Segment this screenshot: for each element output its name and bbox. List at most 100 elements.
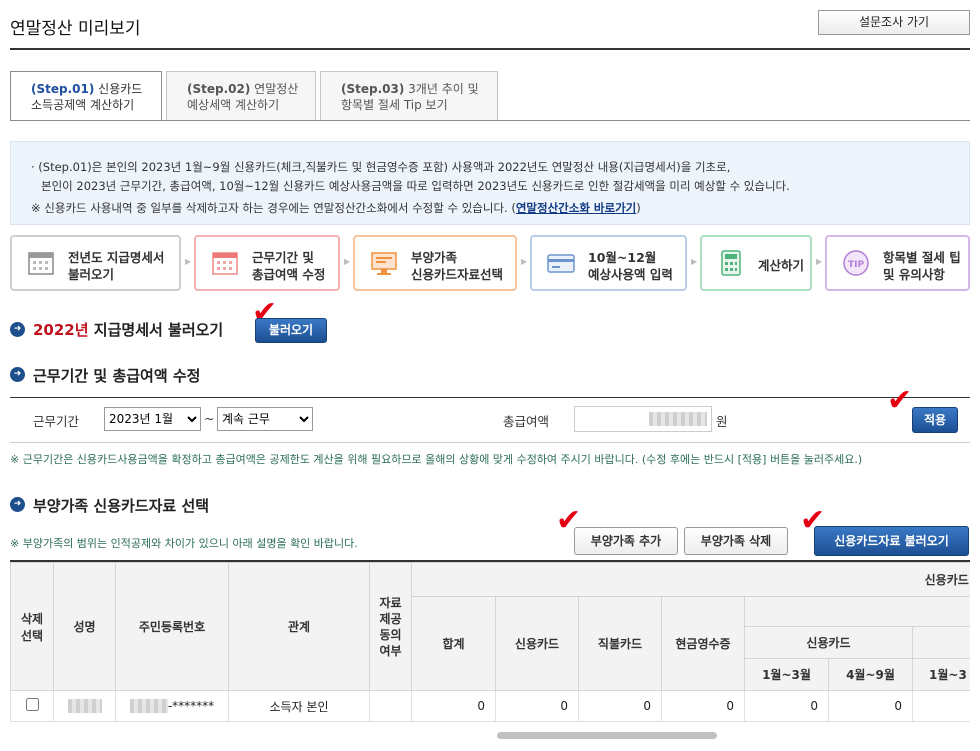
tab-step-label: (Step.01) — [31, 82, 95, 96]
section-bullet-icon: ➜ — [10, 497, 25, 512]
svg-text:TIP: TIP — [848, 260, 864, 270]
step-arrow-icon: ▶ — [185, 257, 192, 266]
info-line-3: ※ 신용카드 사용내역 중 일부를 삭제하고자 하는 경우에는 연말정산간소화에… — [31, 200, 641, 216]
section-dependents-title: 부양가족 신용카드자료 선택 — [33, 497, 210, 515]
consent-header: 자료 제공 동의 여부 — [369, 562, 412, 691]
add-dependent-button[interactable]: 부양가족 추가 — [574, 527, 678, 555]
masked-rrn — [129, 699, 168, 714]
tab-step-02[interactable]: (Step.02) 연말정산 예상세액 계산하기 — [166, 71, 316, 120]
step-arrow-icon: ▶ — [816, 257, 823, 266]
section-work-period-title: 근무기간 및 총급여액 수정 — [33, 367, 201, 385]
jan-mar-header: 1월~3월 — [744, 658, 829, 691]
masked-salary-value — [649, 412, 707, 426]
header-text: 여부 — [379, 643, 402, 658]
salary-label: 총급여액 — [503, 414, 550, 429]
debit-cell: 0 — [578, 690, 662, 722]
end-month-select[interactable]: 계속 근무 — [217, 407, 313, 431]
dependents-table: 삭제선택 성명 주민등록번호 관계 자료제공동의여부 신용카드 등 합계 신용카… — [10, 562, 970, 722]
step-calculate: 계산하기 — [700, 235, 812, 291]
tab-step-03[interactable]: (Step.03) 3개년 추이 및 항목별 절세 Tip 보기 — [320, 71, 498, 120]
sub-group-header: 5 — [743, 596, 970, 627]
jan-mar-2-header: 1월~3 — [912, 658, 970, 691]
jan-mar-cell: 0 — [744, 690, 829, 722]
apr-sep-header: 4월~9월 — [828, 658, 913, 691]
section-year: 2022년 — [33, 321, 89, 339]
info-box: · (Step.01)은 본인의 2023년 1월~9월 신용카드(체크,직불카… — [10, 141, 970, 225]
credit-cell: 0 — [495, 690, 579, 722]
won-unit: 원 — [716, 414, 728, 429]
delete-dependent-button[interactable]: 부양가족 삭제 — [684, 527, 788, 555]
section-bullet-icon: ➜ — [10, 322, 25, 337]
survey-button[interactable]: 설문조사 가기 — [818, 10, 970, 35]
total-header: 합계 — [411, 596, 496, 691]
info-line-3-text: ※ 신용카드 사용내역 중 일부를 삭제하고자 하는 경우에는 연말정산간소화에… — [31, 201, 516, 215]
tab-divider — [10, 120, 970, 121]
step-line2: 및 유의사항 — [883, 267, 945, 282]
consent-cell — [369, 690, 412, 722]
dependents-table-container: 삭제선택 성명 주민등록번호 관계 자료제공동의여부 신용카드 등 합계 신용카… — [10, 560, 970, 725]
header-text: 제공 — [379, 611, 402, 626]
debit-card-header: 직불카드 — [578, 596, 662, 691]
header-text: 삭제 — [20, 611, 44, 626]
step-line1: 항목별 절세 팁 — [883, 250, 961, 265]
row-select-cell — [10, 690, 54, 722]
apr-sep-cell: 0 — [828, 690, 913, 722]
name-cell — [53, 690, 116, 722]
step-label: 10월~12월예상사용액 입력 — [588, 249, 673, 283]
section-bullet-icon: ➜ — [10, 367, 25, 382]
step-arrow-icon: ▶ — [691, 257, 698, 266]
dependents-note: ※ 부양가족의 범위는 인적공제와 차이가 있으니 아래 설명을 확인 바랍니다… — [10, 537, 358, 550]
delete-select-header: 삭제선택 — [10, 562, 54, 691]
tab-line2: 항목별 절세 Tip 보기 — [341, 98, 448, 112]
page-title: 연말정산 미리보기 — [10, 19, 141, 39]
step-expected-usage: 10월~12월예상사용액 입력 — [530, 235, 687, 291]
title-divider — [10, 48, 970, 50]
calendar-grid-icon — [212, 252, 238, 275]
step-load-statement: 전년도 지급명세서불러오기 — [10, 235, 181, 291]
step-line2: 총급여액 수정 — [252, 267, 326, 282]
step-line2: 불러오기 — [68, 267, 115, 282]
period-label: 근무기간 — [33, 414, 80, 429]
row-select-checkbox[interactable] — [25, 698, 39, 711]
header-text: 자료 — [379, 595, 402, 610]
section-load-statement-title: 2022년 지급명세서 불러오기 — [33, 319, 223, 340]
tab-step-01[interactable]: (Step.01) 신용카드 소득공제액 계산하기 — [10, 71, 162, 121]
info-line-2: 본인이 2023년 근무기간, 총급여액, 10월~12월 신용카드 예상사용금… — [41, 179, 790, 193]
salary-input[interactable] — [574, 406, 712, 432]
header-text: 동의 — [379, 627, 402, 642]
step-line1: 부양가족 — [411, 250, 458, 265]
card-icon — [547, 254, 575, 273]
step-line2: 신용카드자료선택 — [411, 267, 504, 282]
start-month-select[interactable]: 2023년 1월 — [104, 407, 201, 431]
tab-line2: 예상세액 계산하기 — [187, 98, 280, 112]
name-header: 성명 — [53, 562, 116, 691]
rrn-cell: -******* — [115, 690, 229, 722]
step-label: 근무기간 및 총급여액 수정 — [252, 249, 325, 283]
tab-step-label: (Step.03) — [341, 82, 405, 96]
step-line1: 10월~12월 — [588, 250, 657, 265]
step-arrow-icon: ▶ — [521, 257, 528, 266]
tilde-separator: ~ — [204, 411, 215, 426]
info-line-1: · (Step.01)은 본인의 2023년 1월~9월 신용카드(체크,직불카… — [31, 160, 731, 174]
step-line1: 전년도 지급명세서 — [68, 250, 165, 265]
header-text: 선택 — [20, 628, 44, 643]
relation-cell: 소득자 본인 — [228, 690, 370, 722]
step-arrow-icon: ▶ — [344, 257, 351, 266]
horizontal-scrollbar[interactable] — [497, 732, 717, 739]
checkmark-icon: ✔ — [887, 383, 913, 418]
info-line-3-end: ) — [636, 201, 641, 215]
load-statement-button[interactable]: 불러오기 — [255, 318, 327, 343]
step-line2: 예상사용액 입력 — [588, 267, 673, 282]
relation-header: 관계 — [228, 562, 370, 691]
load-card-data-button[interactable]: 신용카드자료 불러오기 — [814, 526, 969, 556]
monitor-icon — [371, 252, 397, 275]
masked-name — [67, 699, 102, 714]
simplified-service-link[interactable]: 연말정산간소화 바로가기 — [516, 201, 636, 215]
calendar-icon — [28, 252, 54, 275]
apply-button[interactable]: 적용 — [912, 407, 958, 433]
step-dependents: 부양가족신용카드자료선택 — [353, 235, 517, 291]
tip-icon: TIP — [843, 250, 869, 276]
step-label: 계산하기 — [758, 258, 805, 273]
cash-cell: 0 — [661, 690, 745, 722]
jan-mar-2-cell — [912, 690, 970, 722]
